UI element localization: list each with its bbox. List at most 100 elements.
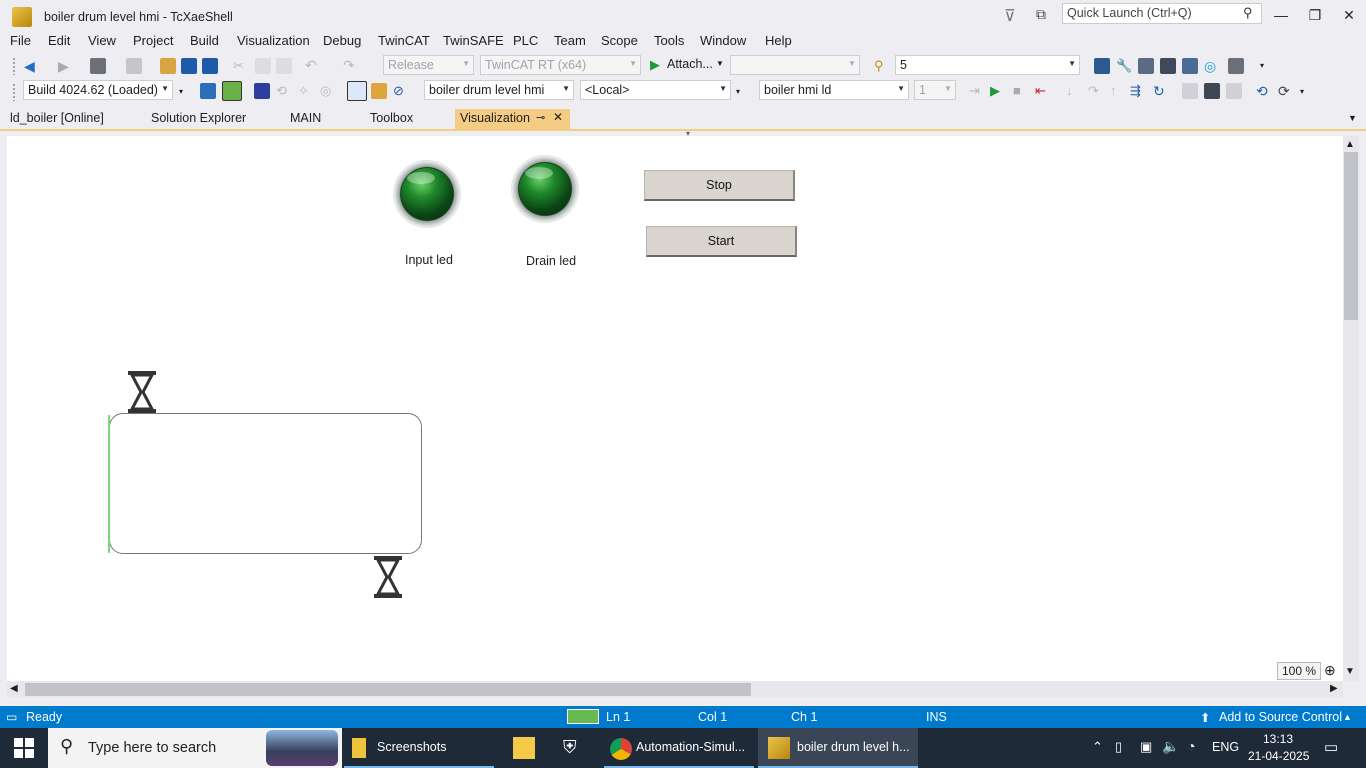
toggle-mapping-icon[interactable]: ⊘: [393, 83, 409, 99]
refresh-globe-icon[interactable]: ◎: [1204, 58, 1220, 74]
config-mode-icon[interactable]: [222, 81, 242, 101]
menu-tools[interactable]: Tools: [654, 33, 684, 48]
target-system-select[interactable]: <Local> ▼: [580, 80, 731, 100]
notification-center-icon[interactable]: ▭: [1324, 738, 1338, 756]
navigate-back-icon[interactable]: ◀: [24, 58, 40, 74]
menu-window[interactable]: Window: [700, 33, 746, 48]
step-into-icon[interactable]: ↓: [1066, 83, 1082, 99]
close-button[interactable]: ✕: [1332, 2, 1366, 28]
stop-plc-icon[interactable]: ■: [1013, 83, 1029, 99]
redo-icon[interactable]: ↷: [343, 57, 359, 73]
taskbar-search-box[interactable]: ⚲ Type here to search: [48, 728, 342, 768]
minimize-button[interactable]: —: [1264, 2, 1298, 28]
open-file-icon[interactable]: [160, 58, 176, 74]
attach-button[interactable]: Attach...: [667, 57, 713, 71]
plc-project-select[interactable]: boiler hmi ld ▼: [759, 80, 909, 100]
show-next-statement-icon[interactable]: ⇶: [1130, 83, 1146, 99]
reload-icon[interactable]: ◎: [320, 83, 336, 99]
toolbar-overflow-icon[interactable]: ▾: [1300, 87, 1304, 96]
navigate-forward-icon[interactable]: ▶: [58, 58, 74, 74]
step-over-icon[interactable]: ↷: [1088, 83, 1104, 99]
force-values-icon[interactable]: [1204, 83, 1220, 99]
platform-select[interactable]: TwinCAT RT (x64) ▼: [480, 55, 641, 75]
add-item-icon[interactable]: [126, 58, 142, 74]
attach-dropdown-icon[interactable]: ▼: [716, 59, 724, 68]
visualization-canvas[interactable]: [7, 136, 1343, 681]
step-out-icon[interactable]: ↑: [1110, 83, 1126, 99]
toolbar-overflow-icon[interactable]: ▾: [179, 87, 183, 96]
feedback-icon[interactable]: ⧉: [1036, 6, 1046, 23]
wifi-icon[interactable]: ◔: [1187, 738, 1195, 754]
start-plc-icon[interactable]: ▶: [990, 83, 1006, 99]
reset-icon[interactable]: ↻: [1153, 83, 1169, 99]
windows-start-icon[interactable]: [14, 738, 34, 758]
build-version-select[interactable]: Build 4024.62 (Loaded) ▼: [23, 80, 173, 100]
taskbar-app-chrome[interactable]: Automation-Simul...: [604, 728, 754, 768]
search-icon[interactable]: ⚲: [1243, 5, 1253, 21]
scroll-left-icon[interactable]: ◀: [10, 683, 18, 694]
speaker-icon[interactable]: 🔈: [1162, 738, 1179, 755]
menu-debug[interactable]: Debug: [323, 33, 361, 48]
save-all-icon[interactable]: [202, 58, 218, 74]
choose-target-icon[interactable]: [347, 81, 367, 101]
toolbar-overflow-icon[interactable]: ▾: [736, 87, 740, 96]
menu-help[interactable]: Help: [765, 33, 792, 48]
new-project-icon[interactable]: [90, 58, 106, 74]
activate-config-icon[interactable]: [254, 83, 270, 99]
reset-cold-icon[interactable]: ⟲: [1256, 83, 1272, 99]
restore-button[interactable]: ❐: [1298, 2, 1332, 28]
menu-view[interactable]: View: [88, 33, 116, 48]
restart-icon[interactable]: ⟲: [276, 83, 292, 99]
paste-icon[interactable]: [276, 58, 292, 74]
copy-icon[interactable]: [255, 58, 271, 74]
meet-now-icon[interactable]: ▣: [1140, 739, 1152, 755]
network-adapter-icon[interactable]: ▯: [1115, 739, 1122, 755]
caret-up-icon[interactable]: ▲: [1343, 712, 1352, 722]
notifications-filter-icon[interactable]: ⊽: [1004, 6, 1016, 26]
tab-visualization[interactable]: Visualization ⊸ ✕: [455, 109, 570, 129]
toolbar-overflow-icon[interactable]: ▾: [1260, 61, 1264, 70]
tab-main[interactable]: MAIN: [280, 109, 331, 129]
menu-build[interactable]: Build: [190, 33, 219, 48]
toolbar-grip[interactable]: [12, 83, 16, 101]
logout-icon[interactable]: ⇤: [1035, 83, 1051, 99]
find-combo[interactable]: 5 ▼: [895, 55, 1080, 75]
task-select[interactable]: 1 ▼: [914, 80, 956, 100]
menu-plc[interactable]: PLC: [513, 33, 538, 48]
twincat-project-icon[interactable]: [200, 83, 216, 99]
scroll-up-icon[interactable]: ▲: [1345, 139, 1355, 150]
pin-icon[interactable]: ⊸: [536, 111, 545, 124]
scan-icon[interactable]: ✧: [298, 83, 314, 99]
unforce-values-icon[interactable]: [1226, 83, 1242, 99]
tab-overflow-icon[interactable]: ▼: [1348, 113, 1357, 123]
close-tab-icon[interactable]: ✕: [553, 110, 563, 124]
output-window-icon[interactable]: ▭: [6, 710, 17, 724]
login-icon[interactable]: ⇥: [969, 83, 985, 99]
clock-date[interactable]: 21-04-2025: [1248, 749, 1309, 763]
save-icon[interactable]: [181, 58, 197, 74]
zoom-icon[interactable]: ⊕: [1324, 662, 1336, 679]
network-icon[interactable]: [1182, 58, 1198, 74]
cut-icon[interactable]: ✂: [233, 58, 249, 74]
sticky-notes-icon[interactable]: [513, 737, 535, 759]
show-sub-items-icon[interactable]: [371, 83, 387, 99]
menu-edit[interactable]: Edit: [48, 33, 70, 48]
add-to-source-control-button[interactable]: Add to Source Control: [1219, 710, 1342, 724]
stop-button[interactable]: Stop: [644, 170, 795, 201]
solution-explorer-icon[interactable]: [1094, 58, 1110, 74]
vertical-scroll-thumb[interactable]: [1344, 152, 1358, 320]
toolbox-icon[interactable]: [1160, 58, 1176, 74]
start-button[interactable]: Start: [646, 226, 797, 257]
process-select[interactable]: ▼: [730, 55, 860, 75]
write-values-icon[interactable]: [1182, 83, 1198, 99]
quick-launch-input[interactable]: Quick Launch (Ctrl+Q): [1062, 3, 1262, 24]
wrench-icon[interactable]: 🔧: [1116, 58, 1132, 74]
project-select[interactable]: boiler drum level hmi ▼: [424, 80, 574, 100]
tab-ld-boiler[interactable]: ld_boiler [Online]: [0, 109, 114, 129]
properties-icon[interactable]: [1138, 58, 1154, 74]
scroll-down-icon[interactable]: ▼: [1345, 666, 1355, 677]
zoom-level[interactable]: 100 %: [1277, 662, 1321, 680]
tab-toolbox[interactable]: Toolbox: [360, 109, 423, 129]
find-in-files-icon[interactable]: ⚲: [874, 58, 890, 74]
menu-file[interactable]: File: [10, 33, 31, 48]
